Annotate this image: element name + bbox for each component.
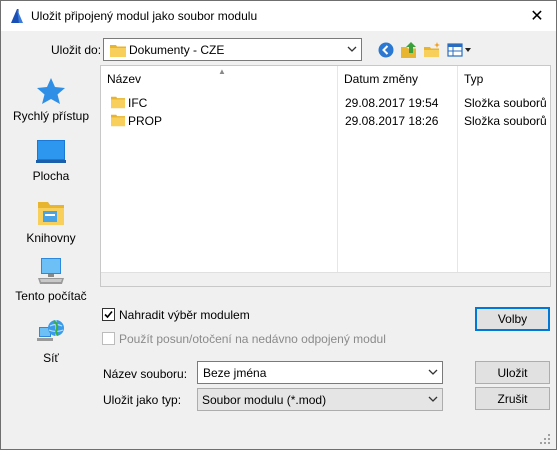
place-label: Plocha <box>32 169 70 183</box>
file-list[interactable]: ▲ Název Datum změny Typ IFC 29.08.2017 1… <box>100 65 551 287</box>
up-folder-button[interactable] <box>398 39 420 61</box>
place-quick-access[interactable]: Rychlý přístup <box>7 77 95 123</box>
save-in-label: Uložit do: <box>51 43 102 57</box>
filetype-dropdown[interactable]: Soubor modulu (*.mod) <box>197 388 443 411</box>
place-label: Rychlý přístup <box>12 109 90 123</box>
new-folder-button[interactable] <box>421 39 443 61</box>
close-button[interactable]: ✕ <box>526 5 548 27</box>
new-folder-icon <box>424 42 440 57</box>
place-desktop[interactable]: Plocha <box>7 139 95 183</box>
sort-ascending-icon: ▲ <box>218 67 226 76</box>
checkmark-icon <box>104 310 113 319</box>
filename-input[interactable]: Beze jména <box>197 361 443 384</box>
horizontal-scrollbar[interactable] <box>101 272 550 286</box>
file-date: 29.08.2017 18:26 <box>345 114 439 128</box>
title-bar: Uložit připojený modul jako soubor modul… <box>1 1 556 31</box>
chevron-down-icon <box>347 46 357 52</box>
cancel-button-label: Zrušit <box>497 391 528 406</box>
window-title: Uložit připojený modul jako soubor modul… <box>31 9 258 23</box>
place-label: Síť <box>43 351 59 365</box>
list-item[interactable]: PROP 29.08.2017 18:26 Složka souborů <box>101 111 550 131</box>
save-button-label: Uložit <box>497 365 528 380</box>
folder-icon <box>110 45 126 57</box>
view-menu-button[interactable] <box>447 39 473 61</box>
location-value: Dokumenty - CZE <box>129 43 225 57</box>
network-icon <box>37 320 64 341</box>
save-button[interactable]: Uložit <box>475 361 550 384</box>
app-logo-icon <box>11 9 23 23</box>
location-dropdown[interactable]: Dokumenty - CZE <box>103 38 362 61</box>
file-name: IFC <box>128 96 148 110</box>
folder-icon <box>111 114 125 127</box>
places-bar: Rychlý přístup Plocha Knihovny Tento poč… <box>7 67 95 439</box>
computer-icon <box>38 258 64 284</box>
resize-grip-icon[interactable] <box>539 433 551 445</box>
file-type: Složka souborů <box>464 96 547 110</box>
chevron-down-icon <box>428 396 438 402</box>
replace-selection-label: Nahradit výběr modulem <box>119 308 250 322</box>
desktop-icon <box>36 140 66 163</box>
place-this-pc[interactable]: Tento počítač <box>7 257 95 303</box>
filename-label: Název souboru: <box>103 367 188 381</box>
replace-selection-checkbox[interactable] <box>102 308 115 321</box>
view-menu-icon <box>447 43 471 57</box>
folder-icon <box>111 96 125 109</box>
close-icon: ✕ <box>530 8 544 25</box>
use-offset-label: Použít posun/otočení na nedávno odpojený… <box>119 332 386 346</box>
back-icon <box>378 42 394 58</box>
filetype-value: Soubor modulu (*.mod) <box>202 393 327 407</box>
star-icon <box>37 78 65 104</box>
save-dialog: Uložit připojený modul jako soubor modul… <box>0 0 557 450</box>
cancel-button[interactable]: Zrušit <box>475 387 550 410</box>
filetype-label: Uložit jako typ: <box>103 393 182 407</box>
file-name: PROP <box>128 114 163 128</box>
column-header-name[interactable]: Název <box>107 72 141 86</box>
file-date: 29.08.2017 19:54 <box>345 96 439 110</box>
column-header-type[interactable]: Typ <box>464 72 483 86</box>
options-button-label: Volby <box>497 312 528 326</box>
place-libraries[interactable]: Knihovny <box>7 197 95 245</box>
libraries-icon <box>38 202 64 225</box>
chevron-down-icon[interactable] <box>428 367 438 377</box>
file-type: Složka souborů <box>464 114 547 128</box>
filename-value: Beze jména <box>203 366 267 380</box>
place-label: Knihovny <box>26 231 76 245</box>
column-header-date[interactable]: Datum změny <box>344 72 418 86</box>
place-label: Tento počítač <box>15 289 87 303</box>
use-offset-checkbox[interactable] <box>102 332 115 345</box>
list-item[interactable]: IFC 29.08.2017 19:54 Složka souborů <box>101 93 550 113</box>
up-folder-icon <box>401 42 416 58</box>
back-button[interactable] <box>375 39 397 61</box>
options-button[interactable]: Volby <box>475 307 550 331</box>
place-network[interactable]: Síť <box>7 317 95 365</box>
